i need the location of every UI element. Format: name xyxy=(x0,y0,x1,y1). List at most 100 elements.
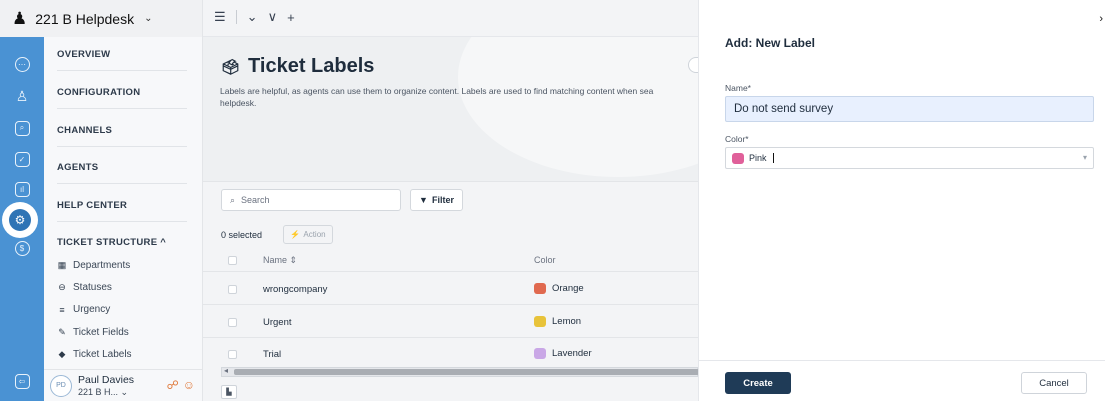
export-button[interactable]: ▙ xyxy=(221,385,237,399)
chart-icon[interactable]: ıl xyxy=(7,174,37,204)
tag-icon: ◆ xyxy=(58,349,66,359)
color-name: Lavender xyxy=(552,348,592,359)
workspace-name: 221 B Helpdesk xyxy=(35,10,135,27)
nav-ticket-structure[interactable]: TICKET STRUCTURE ^ xyxy=(57,237,166,248)
chevron-down-icon: ▾ xyxy=(1082,153,1087,162)
close-drawer-icon[interactable]: › xyxy=(1099,13,1103,25)
search-placeholder: Search xyxy=(241,195,270,205)
share-icon[interactable]: ☍ xyxy=(167,378,179,392)
status-icon[interactable]: ☺ xyxy=(183,378,195,392)
color-swatch xyxy=(534,316,546,327)
sidebar-item-label: Departments xyxy=(73,260,131,271)
color-select-value: Pink xyxy=(749,153,767,163)
divider xyxy=(203,304,698,305)
divider xyxy=(57,70,187,71)
scroll-left-icon[interactable]: ◂ xyxy=(224,366,228,375)
selection-count: 0 selected xyxy=(221,230,263,240)
dollar-icon[interactable]: $ xyxy=(7,233,37,263)
circle-icon: ⊖ xyxy=(58,282,66,292)
nav-agents[interactable]: AGENTS xyxy=(57,162,98,173)
toolbar: ☰ ⌄ ∨ + xyxy=(214,9,295,25)
divider xyxy=(57,108,187,109)
person-icon: ♟ xyxy=(12,8,28,28)
color-select[interactable]: Pink ▾ xyxy=(725,147,1094,169)
checkbox-icon[interactable]: ✓ xyxy=(7,144,37,174)
horizontal-scrollbar[interactable]: ◂ xyxy=(221,366,699,377)
action-label: Action xyxy=(303,230,326,239)
sidebar-item-label: Urgency xyxy=(73,304,111,315)
chevron-icon[interactable]: ∨ xyxy=(268,9,278,25)
divider xyxy=(57,183,187,184)
user-org[interactable]: 221 B H... ⌄ xyxy=(78,387,128,398)
workspace-switcher[interactable]: ♟ 221 B Helpdesk ⌄ xyxy=(0,0,203,37)
label-color: Orange xyxy=(534,283,584,294)
edit-icon: ✎ xyxy=(58,327,66,337)
inbox-icon: 🗳 xyxy=(221,58,241,76)
nav-configuration[interactable]: CONFIGURATION xyxy=(57,87,140,98)
sidebar-item-statuses[interactable]: ⊖ Statuses xyxy=(57,282,112,293)
page-description-continued: helpdesk. xyxy=(220,98,257,108)
plus-icon[interactable]: + xyxy=(287,10,295,25)
chat-icon[interactable]: ⋯ xyxy=(7,49,37,79)
column-header-name[interactable]: Name ⇕ xyxy=(263,255,297,266)
column-header-color: Color xyxy=(534,255,556,265)
action-button[interactable]: ⚡ Action xyxy=(283,225,333,244)
bolt-icon: ⚡ xyxy=(290,230,301,239)
label-color: Lavender xyxy=(534,348,592,359)
sidebar-item-departments[interactable]: ▦ Departments xyxy=(57,260,131,271)
grid-icon: ▦ xyxy=(57,260,67,270)
main-content: 🗳 Ticket Labels Labels are helpful, as a… xyxy=(203,37,699,401)
filter-icon: ▼ xyxy=(419,195,428,205)
divider xyxy=(203,271,698,272)
name-field[interactable]: Do not send survey xyxy=(725,96,1094,122)
label-name: Trial xyxy=(263,349,282,360)
row-checkbox[interactable] xyxy=(228,318,237,327)
nav-channels[interactable]: CHANNELS xyxy=(57,125,112,136)
user-actions: ☍ ☺ xyxy=(167,378,195,392)
drawer-title: Add: New Label xyxy=(725,36,816,50)
chevron-down-icon: ⌄ xyxy=(144,13,153,24)
filter-button[interactable]: ▼ Filter xyxy=(410,189,463,211)
create-button[interactable]: Create xyxy=(725,372,791,394)
sidebar-item-label: Ticket Fields xyxy=(73,327,129,338)
color-name: Orange xyxy=(552,283,584,294)
sort-icon: ≡ xyxy=(59,304,65,315)
app-rail: ⋯ ♙ ⌕ ✓ ıl ⚙ $ ⇦ xyxy=(0,37,44,401)
row-checkbox[interactable] xyxy=(228,350,237,359)
list-icon[interactable]: ☰ xyxy=(214,9,226,25)
nav-help-center[interactable]: HELP CENTER xyxy=(57,200,127,211)
scrollbar-thumb[interactable] xyxy=(234,369,699,375)
sidebar-item-ticket-labels[interactable]: ◆ Ticket Labels xyxy=(57,349,132,360)
user-profile[interactable]: PD Paul Davies 221 B H... ⌄ ☍ ☺ xyxy=(44,369,203,401)
logout-icon[interactable]: ⇦ xyxy=(7,366,37,396)
search-document-icon[interactable]: ⌕ xyxy=(7,113,37,143)
color-field-label: Color* xyxy=(725,134,749,144)
name-field-label: Name* xyxy=(725,83,751,93)
color-swatch xyxy=(732,152,744,164)
chevron-down-icon[interactable]: ⌄ xyxy=(247,9,258,25)
search-icon: ⌕ xyxy=(230,194,236,205)
divider xyxy=(57,146,187,147)
sidebar-item-urgency[interactable]: ≡ Urgency xyxy=(57,304,110,315)
divider xyxy=(699,360,1105,361)
sidebar-item-ticket-fields[interactable]: ✎ Ticket Fields xyxy=(57,327,129,338)
name-field-value: Do not send survey xyxy=(734,103,834,115)
page-title: 🗳 Ticket Labels xyxy=(221,55,374,78)
divider xyxy=(235,10,237,24)
header-button[interactable] xyxy=(688,57,698,73)
user-name: Paul Davies xyxy=(78,374,135,386)
nav-overview[interactable]: OVERVIEW xyxy=(57,49,110,60)
settings-sidebar: OVERVIEW CONFIGURATION CHANNELS AGENTS H… xyxy=(44,37,203,401)
select-all-checkbox[interactable] xyxy=(228,256,237,265)
color-name: Lemon xyxy=(552,316,582,327)
label-name: wrongcompany xyxy=(263,284,328,295)
row-checkbox[interactable] xyxy=(228,285,237,294)
user-icon[interactable]: ♙ xyxy=(7,81,37,111)
search-input[interactable]: ⌕ Search xyxy=(221,189,401,211)
add-label-drawer: › Add: New Label Name* Do not send surve… xyxy=(698,0,1105,401)
label-color: Lemon xyxy=(534,316,581,327)
cancel-button[interactable]: Cancel xyxy=(1021,372,1087,394)
page-description: Labels are helpful, as agents can use th… xyxy=(220,86,654,96)
color-swatch xyxy=(534,283,546,294)
divider xyxy=(203,337,698,338)
